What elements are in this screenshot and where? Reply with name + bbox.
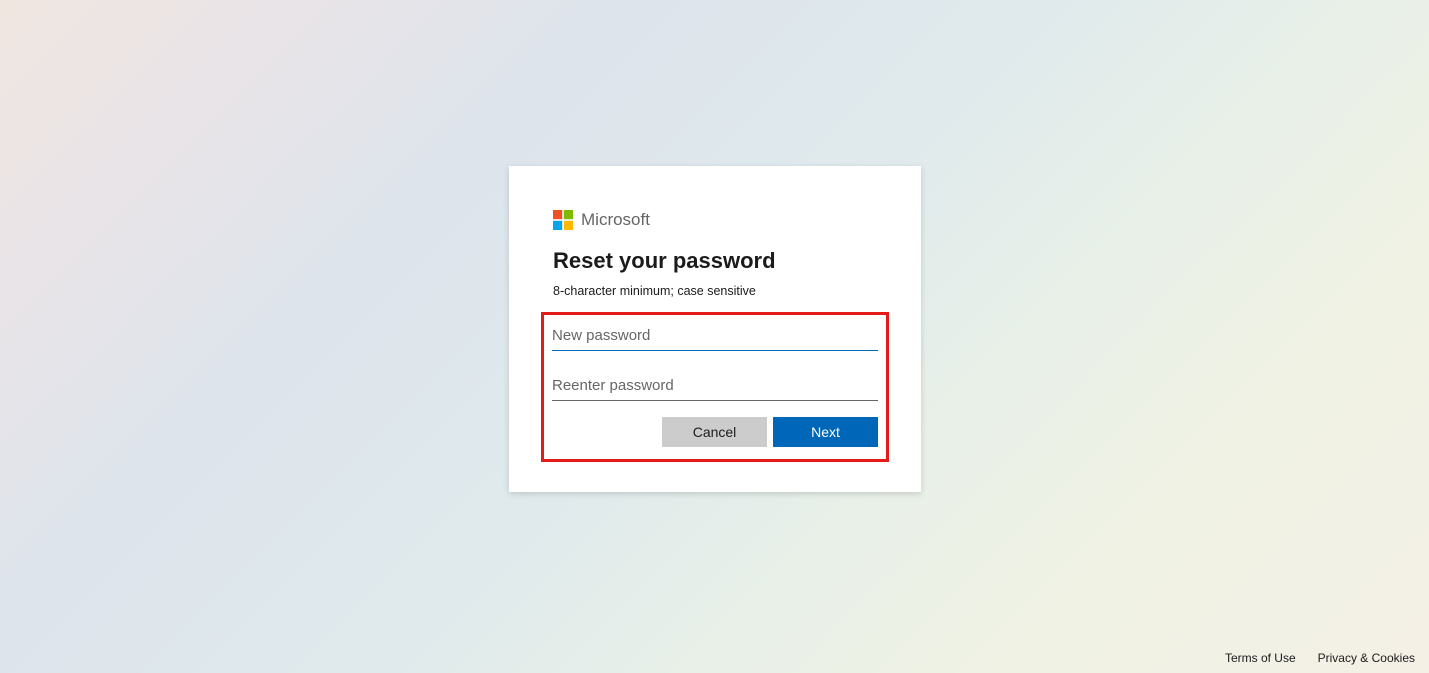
page-title: Reset your password bbox=[553, 248, 877, 274]
cancel-button[interactable]: Cancel bbox=[662, 417, 767, 447]
new-password-input[interactable] bbox=[552, 317, 878, 351]
button-row: Cancel Next bbox=[552, 417, 878, 447]
new-password-wrap bbox=[552, 317, 878, 351]
reenter-password-input[interactable] bbox=[552, 367, 878, 401]
password-rules-text: 8-character minimum; case sensitive bbox=[553, 284, 877, 298]
privacy-link[interactable]: Privacy & Cookies bbox=[1318, 651, 1415, 665]
brand-name: Microsoft bbox=[581, 210, 650, 230]
reenter-password-wrap bbox=[552, 367, 878, 401]
next-button[interactable]: Next bbox=[773, 417, 878, 447]
highlight-annotation: Cancel Next bbox=[541, 312, 889, 462]
footer-links: Terms of Use Privacy & Cookies bbox=[1225, 651, 1415, 665]
brand-row: Microsoft bbox=[553, 210, 877, 230]
terms-link[interactable]: Terms of Use bbox=[1225, 651, 1296, 665]
microsoft-logo-icon bbox=[553, 210, 573, 230]
reset-password-card: Microsoft Reset your password 8-characte… bbox=[509, 166, 921, 492]
